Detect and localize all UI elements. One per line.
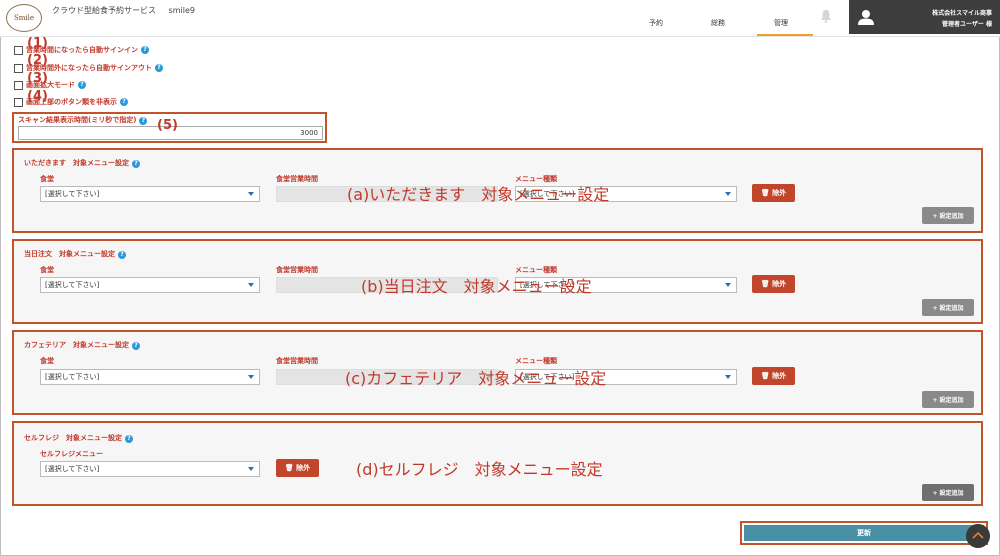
bell-icon[interactable]	[820, 9, 832, 23]
delete-button[interactable]: 🗑 除外	[752, 367, 795, 385]
section-title-text: いただきます 対象メニュー設定	[24, 159, 129, 167]
delete-button-label: 除外	[772, 372, 787, 380]
user-avatar-icon	[858, 10, 874, 25]
annotation-5: (5)	[157, 118, 178, 133]
chevron-down-icon	[248, 467, 254, 471]
dining-select-value: [選択して下さい]	[45, 373, 100, 381]
self-register-menu-value: [選択して下さい]	[45, 465, 100, 473]
nav-reservation[interactable]: 予約	[649, 18, 663, 28]
section-self-register: セルフレジ 対象メニュー設定? セルフレジメニュー [選択して下さい] 🗑 除外…	[12, 421, 983, 506]
app-header: Smile クラウド型給食予約サービス smile9 予約 総務 管理 株式会社…	[0, 0, 1000, 37]
company-name: 株式会社スマイル商事	[932, 10, 992, 17]
annotation-3: (3)	[27, 71, 48, 86]
delete-button-label: 除外	[296, 464, 311, 472]
help-icon[interactable]: ?	[155, 64, 163, 72]
annotation-4: (4)	[27, 89, 48, 104]
chevron-down-icon	[725, 375, 731, 379]
help-icon[interactable]: ?	[139, 117, 148, 125]
trash-icon: 🗑	[760, 280, 770, 288]
hours-label: 食堂営業時間	[276, 357, 318, 365]
nav-admin[interactable]: 管理	[774, 18, 788, 28]
help-icon[interactable]: ?	[125, 435, 133, 443]
delete-button-label: 除外	[772, 189, 787, 197]
section-same-day-order: 当日注文 対象メニュー設定? 食堂 食堂営業時間 メニュー種類 [選択して下さい…	[12, 239, 983, 324]
zoom-mode-checkbox[interactable]	[14, 80, 23, 90]
chevron-down-icon	[248, 192, 254, 196]
section-overlay-label: (b)当日注文 対象メニュー設定	[361, 277, 592, 296]
auto-signin-checkbox[interactable]	[14, 45, 23, 55]
help-icon[interactable]: ?	[132, 160, 140, 168]
dining-label: 食堂	[40, 175, 54, 183]
section-overlay-label: (c)カフェテリア 対象メニュー設定	[345, 369, 607, 388]
delete-button-label: 除外	[772, 280, 787, 288]
chevron-down-icon	[725, 283, 731, 287]
dining-label: 食堂	[40, 357, 54, 365]
scroll-to-top-icon[interactable]	[966, 524, 990, 548]
dining-select[interactable]: [選択して下さい]	[40, 277, 260, 293]
hours-label: 食堂営業時間	[276, 175, 318, 183]
trash-icon: 🗑	[760, 189, 770, 197]
user-panel[interactable]: 株式会社スマイル商事 管理者ユーザー 様	[849, 0, 1000, 34]
delete-button[interactable]: 🗑 除外	[752, 184, 795, 202]
help-icon[interactable]: ?	[141, 46, 149, 54]
section-title: いただきます 対象メニュー設定?	[24, 158, 140, 168]
add-setting-button[interactable]: + 設定追加	[922, 484, 974, 501]
add-setting-button[interactable]: + 設定追加	[922, 391, 974, 408]
annotation-2: (2)	[27, 53, 48, 68]
app-title: クラウド型給食予約サービス smile9	[52, 5, 195, 16]
nav-general-affairs[interactable]: 総務	[711, 18, 725, 28]
trash-icon: 🗑	[760, 372, 770, 380]
section-title: カフェテリア 対象メニュー設定?	[24, 340, 140, 350]
section-title: 当日注文 対象メニュー設定?	[24, 249, 126, 259]
help-icon[interactable]: ?	[78, 81, 86, 89]
logo[interactable]: Smile	[6, 4, 42, 32]
hide-buttons-checkbox[interactable]	[14, 97, 23, 107]
app-title-text: クラウド型給食予約サービス	[52, 6, 156, 15]
section-title-text: カフェテリア 対象メニュー設定	[24, 341, 129, 349]
chevron-down-icon	[725, 192, 731, 196]
delete-button[interactable]: 🗑 除外	[752, 275, 795, 293]
logo-text: Smile	[13, 14, 35, 22]
app-user-id: smile9	[168, 6, 195, 15]
dining-select[interactable]: [選択して下さい]	[40, 186, 260, 202]
dining-select-value: [選択して下さい]	[45, 281, 100, 289]
dining-select[interactable]: [選択して下さい]	[40, 369, 260, 385]
dining-select-value: [選択して下さい]	[45, 190, 100, 198]
help-icon[interactable]: ?	[120, 98, 128, 106]
section-overlay-label: (a)いただきます 対象メニュー設定	[347, 185, 610, 204]
section-overlay-label: (d)セルフレジ 対象メニュー設定	[356, 460, 603, 479]
section-title-text: 当日注文 対象メニュー設定	[24, 250, 115, 258]
section-cafeteria: カフェテリア 対象メニュー設定? 食堂 食堂営業時間 メニュー種類 [選択して下…	[12, 330, 983, 415]
option-zoom-mode[interactable]: 画面拡大モード ?	[14, 79, 86, 91]
add-setting-button[interactable]: + 設定追加	[922, 299, 974, 316]
chevron-down-icon	[248, 283, 254, 287]
help-icon[interactable]: ?	[118, 251, 126, 259]
section-title-text: セルフレジ 対象メニュー設定	[24, 434, 122, 442]
self-register-menu-select[interactable]: [選択して下さい]	[40, 461, 260, 477]
update-button[interactable]: 更新	[744, 525, 984, 541]
hours-label: 食堂営業時間	[276, 266, 318, 274]
user-role: 管理者ユーザー 様	[942, 21, 992, 28]
dining-label: 食堂	[40, 266, 54, 274]
update-button-frame: 更新	[740, 521, 988, 545]
self-register-menu-label: セルフレジメニュー	[40, 450, 103, 458]
delete-button[interactable]: 🗑 除外	[276, 459, 319, 477]
help-icon[interactable]: ?	[132, 342, 140, 350]
section-title: セルフレジ 対象メニュー設定?	[24, 433, 133, 443]
chevron-down-icon	[248, 375, 254, 379]
trash-icon: 🗑	[284, 464, 294, 472]
add-setting-button[interactable]: + 設定追加	[922, 207, 974, 224]
auto-signout-checkbox[interactable]	[14, 63, 23, 73]
section-itadakimasu: いただきます 対象メニュー設定? 食堂 食堂営業時間 メニュー種類 [選択して下…	[12, 148, 983, 233]
scan-time-label: スキャン結果表示時間(ミリ秒で指定)?	[18, 115, 148, 125]
annotation-1: (1)	[27, 36, 48, 51]
scan-time-label-text: スキャン結果表示時間(ミリ秒で指定)	[18, 116, 137, 124]
